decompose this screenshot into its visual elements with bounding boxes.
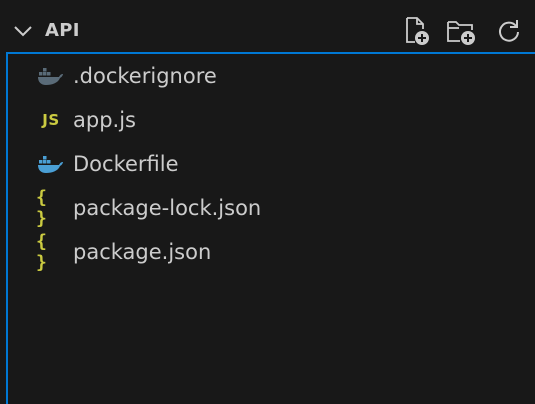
new-folder-button[interactable]: [445, 14, 479, 48]
javascript-icon: JS: [42, 111, 60, 129]
docker-icon: [36, 54, 66, 98]
docker-icon: [36, 142, 66, 186]
json-icon: { }: [36, 187, 49, 229]
section-title: API: [45, 20, 80, 41]
new-file-button[interactable]: [400, 14, 434, 48]
file-name: Dockerfile: [73, 152, 179, 176]
file-name: package-lock.json: [73, 196, 262, 220]
file-row-dockerfile[interactable]: Dockerfile: [8, 142, 535, 186]
chevron-down-icon[interactable]: [12, 22, 34, 40]
section-header[interactable]: API: [0, 0, 535, 58]
file-row-package-lock-json[interactable]: { } package-lock.json: [8, 186, 535, 230]
file-tree: .dockerignore JS app.js Dockerfile {} p…: [6, 52, 535, 404]
file-name: app.js: [73, 108, 136, 132]
refresh-icon: [499, 20, 519, 42]
file-row-package-json[interactable]: { } package.json: [8, 230, 535, 274]
json-icon: { }: [36, 231, 49, 273]
new-folder-icon: [447, 21, 475, 45]
file-name: .dockerignore: [73, 64, 217, 88]
refresh-button[interactable]: [492, 14, 526, 48]
file-row-dockerignore[interactable]: .dockerignore: [8, 54, 535, 98]
file-name: package.json: [73, 240, 212, 264]
explorer-panel: API .dockerignore JS app.js Dockerfile {…: [0, 0, 535, 404]
new-file-icon: [406, 17, 429, 45]
file-row-app-js[interactable]: JS app.js: [8, 98, 535, 142]
